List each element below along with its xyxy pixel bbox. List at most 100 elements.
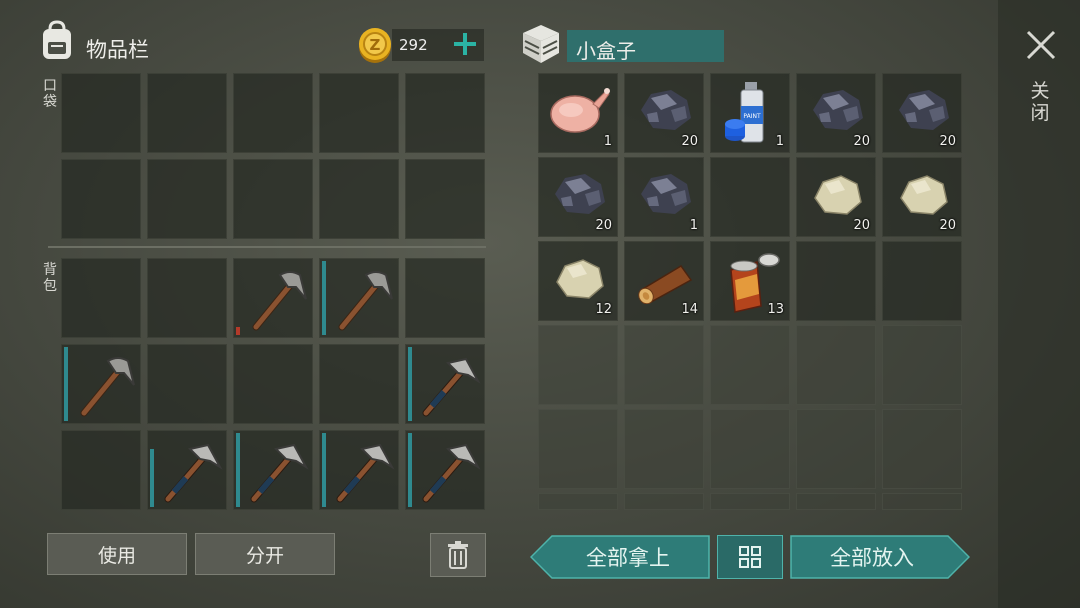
pocket-slot[interactable] xyxy=(233,73,313,153)
container-slot[interactable]: 1 xyxy=(624,157,704,237)
backpack-slot[interactable] xyxy=(233,344,313,424)
iron-pickaxe-icon xyxy=(250,443,309,503)
backpack-slot[interactable] xyxy=(147,344,227,424)
put-all-button[interactable]: 全部放入 xyxy=(790,535,970,579)
backpack-slot[interactable] xyxy=(147,430,227,510)
container-slot[interactable]: 12 xyxy=(538,241,618,321)
container-slot[interactable] xyxy=(710,493,790,510)
backpack-slot[interactable] xyxy=(319,258,399,338)
backpack-slot[interactable] xyxy=(405,258,485,338)
item-quantity: 12 xyxy=(595,302,612,317)
container-slot[interactable] xyxy=(796,409,876,489)
grid-icon xyxy=(739,546,761,568)
backpack-slot[interactable] xyxy=(319,430,399,510)
durability-bar xyxy=(236,327,240,335)
backpack-slot[interactable] xyxy=(61,344,141,424)
pocket-slot[interactable] xyxy=(147,73,227,153)
item-quantity: 20 xyxy=(681,134,698,149)
backpack-slot[interactable] xyxy=(319,344,399,424)
raw-chicken-icon xyxy=(550,88,610,133)
durability-bar xyxy=(322,433,326,507)
backpack-slot[interactable] xyxy=(233,430,313,510)
stone-icon xyxy=(900,175,948,215)
backpack-slot[interactable] xyxy=(233,258,313,338)
pocket-slot[interactable] xyxy=(61,73,141,153)
item-quantity: 1 xyxy=(775,134,784,149)
coal-ore-icon xyxy=(641,174,691,214)
container-slot[interactable]: 20 xyxy=(538,157,618,237)
backpack-slot[interactable] xyxy=(61,430,141,510)
durability-bar xyxy=(150,449,154,507)
item-quantity: 20 xyxy=(853,218,870,233)
container-slot[interactable]: 20 xyxy=(882,73,962,153)
add-coins-button[interactable] xyxy=(452,31,478,57)
pocket-slot[interactable] xyxy=(61,159,141,239)
coal-ore-icon xyxy=(555,174,605,214)
durability-bar xyxy=(64,347,68,421)
trash-button[interactable] xyxy=(430,533,486,577)
backpack-section-label: 背包 xyxy=(43,262,57,294)
backpack-slot[interactable] xyxy=(61,258,141,338)
container-slot[interactable] xyxy=(538,325,618,405)
box-icon xyxy=(519,23,563,65)
container-slot[interactable]: 20 xyxy=(796,157,876,237)
close-button[interactable] xyxy=(1024,28,1058,62)
container-slot[interactable] xyxy=(796,325,876,405)
container-slot[interactable] xyxy=(538,493,618,510)
pocket-section-label: 口袋 xyxy=(43,78,57,110)
item-quantity: 20 xyxy=(939,218,956,233)
close-label[interactable]: 关闭 xyxy=(1030,80,1050,124)
container-slot[interactable] xyxy=(710,157,790,237)
backpack-slot[interactable] xyxy=(405,430,485,510)
coal-ore-icon xyxy=(641,90,691,130)
container-slot[interactable] xyxy=(882,241,962,321)
pocket-slot[interactable] xyxy=(319,159,399,239)
container-slot[interactable]: PAINT 1 xyxy=(710,73,790,153)
pocket-slot[interactable] xyxy=(233,159,313,239)
container-slot[interactable] xyxy=(710,325,790,405)
iron-pickaxe-icon xyxy=(422,443,481,503)
container-slot[interactable]: 13 xyxy=(710,241,790,321)
svg-text:Z: Z xyxy=(370,36,381,54)
container-slot[interactable]: 20 xyxy=(882,157,962,237)
pocket-slot[interactable] xyxy=(405,73,485,153)
pocket-slot[interactable] xyxy=(405,159,485,239)
container-slot[interactable]: 20 xyxy=(624,73,704,153)
coin-count: 292 xyxy=(399,36,428,54)
put-all-label: 全部放入 xyxy=(830,546,914,570)
container-slot[interactable] xyxy=(882,493,962,510)
backpack-slot[interactable] xyxy=(147,258,227,338)
item-quantity: 1 xyxy=(689,218,698,233)
use-button[interactable]: 使用 xyxy=(47,533,187,575)
pocket-slot[interactable] xyxy=(147,159,227,239)
container-slot[interactable] xyxy=(624,409,704,489)
sort-button[interactable] xyxy=(717,535,783,579)
container-slot[interactable] xyxy=(796,493,876,510)
durability-bar xyxy=(408,347,412,421)
backpack-icon xyxy=(38,20,76,62)
durability-bar xyxy=(236,433,240,507)
stone-pickaxe-icon xyxy=(80,357,135,417)
container-title: 小盒子 xyxy=(576,39,636,63)
container-slot[interactable] xyxy=(624,325,704,405)
iron-pickaxe-icon xyxy=(336,443,395,503)
split-button[interactable]: 分开 xyxy=(195,533,335,575)
paint-spray-can-icon: PAINT xyxy=(725,82,764,143)
container-slot[interactable] xyxy=(710,409,790,489)
container-slot[interactable] xyxy=(624,493,704,510)
backpack-slot[interactable] xyxy=(405,344,485,424)
durability-bar xyxy=(322,261,326,335)
container-slot[interactable]: 14 xyxy=(624,241,704,321)
take-all-button[interactable]: 全部拿上 xyxy=(530,535,710,579)
stone-icon xyxy=(556,259,604,299)
container-slot[interactable]: 1 xyxy=(538,73,618,153)
trash-icon xyxy=(448,541,468,569)
iron-pickaxe-icon xyxy=(164,443,223,503)
pocket-slot[interactable] xyxy=(319,73,399,153)
coal-ore-icon xyxy=(899,90,949,130)
container-slot[interactable] xyxy=(538,409,618,489)
container-slot[interactable]: 20 xyxy=(796,73,876,153)
container-slot[interactable] xyxy=(796,241,876,321)
container-slot[interactable] xyxy=(882,325,962,405)
container-slot[interactable] xyxy=(882,409,962,489)
